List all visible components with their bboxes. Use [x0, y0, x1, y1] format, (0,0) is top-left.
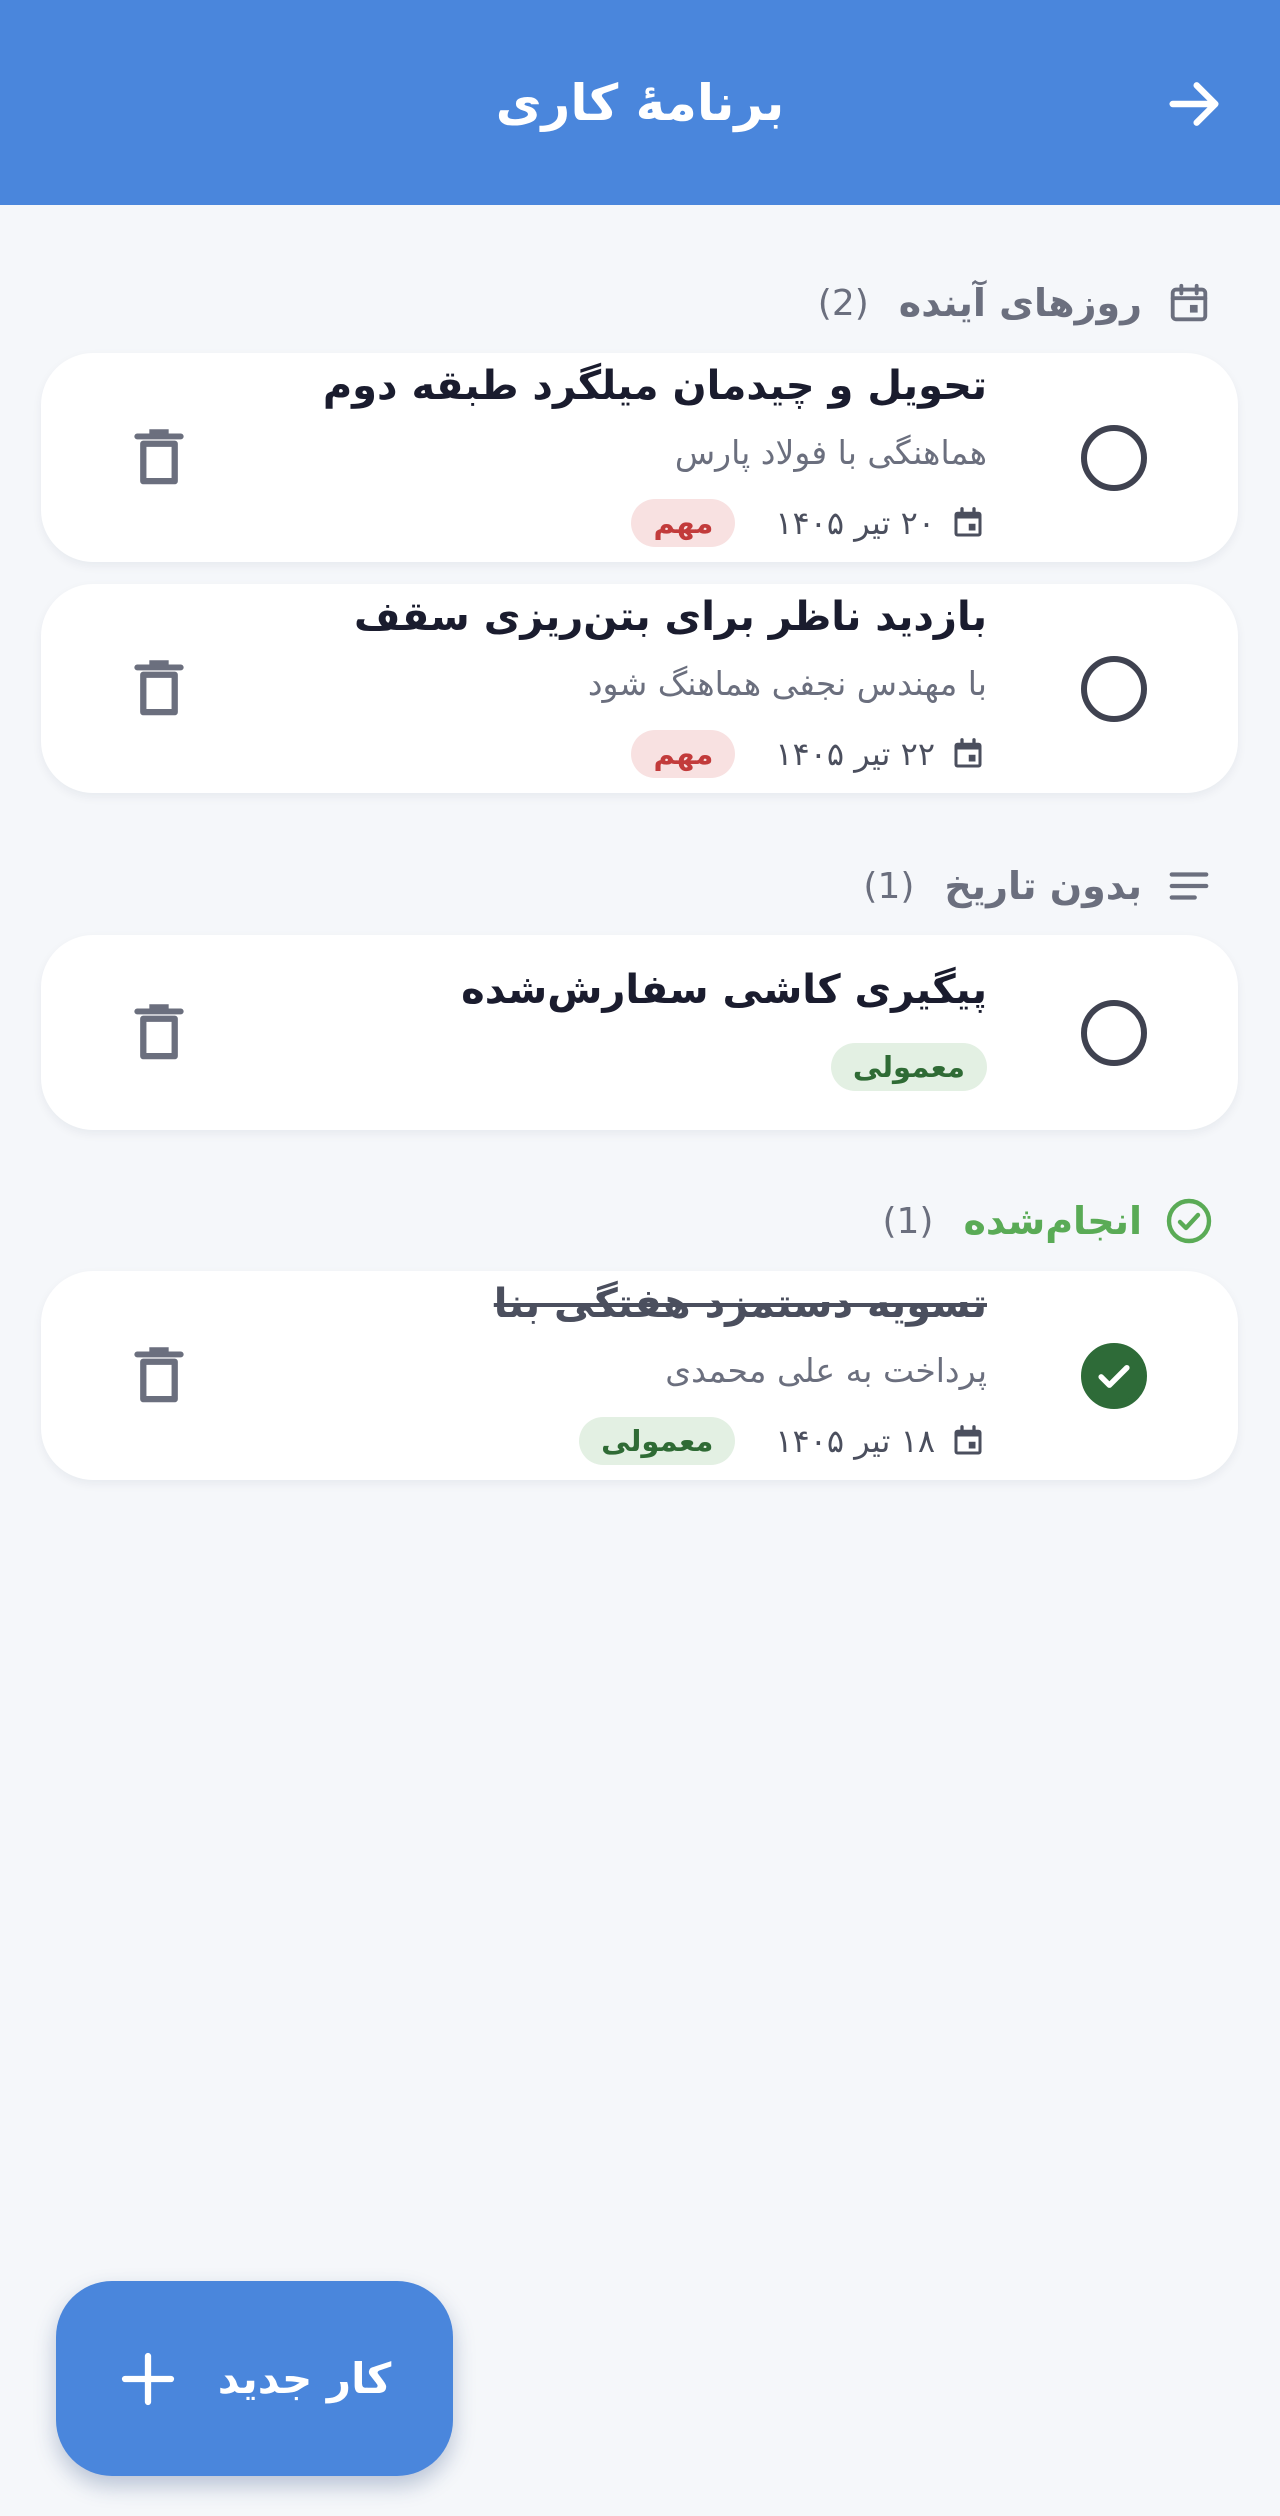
task-date-text: ۲۰ تیر ۱۴۰۵	[775, 504, 935, 542]
task-meta: ۲۰ تیر ۱۴۰۵ مهم	[631, 499, 987, 547]
delete-icon[interactable]	[123, 996, 195, 1068]
section-count: (2)	[817, 282, 869, 324]
calendar-icon	[949, 735, 987, 773]
task-note: با مهندس نجفی هماهنگ شود	[587, 664, 987, 703]
plus-icon	[118, 2349, 178, 2409]
delete-icon[interactable]	[123, 421, 195, 493]
section-header-upcoming: روزهای آینده (2)	[818, 273, 1214, 333]
arrow-forward-icon[interactable]	[1158, 68, 1230, 140]
new-task-label: کار جدید	[217, 2354, 392, 2403]
priority-badge: معمولی	[579, 1417, 736, 1465]
app-bar: برنامهٔ کاری	[0, 0, 1280, 205]
delete-icon[interactable]	[123, 652, 195, 724]
complete-checkbox[interactable]	[1081, 1000, 1147, 1066]
delete-icon[interactable]	[123, 1339, 195, 1411]
task-meta: معمولی	[830, 1043, 987, 1091]
task-date: ۲۲ تیر ۱۴۰۵	[775, 735, 987, 773]
task-card[interactable]: بازدید ناظر برای بتن‌ریزی سقف با مهندس ن…	[41, 584, 1238, 793]
task-meta: ۲۲ تیر ۱۴۰۵ مهم	[631, 730, 987, 778]
task-title: تحویل و چیدمان میلگرد طبقه دوم	[322, 363, 987, 409]
task-date-text: ۱۸ تیر ۱۴۰۵	[775, 1422, 935, 1460]
section-header-no-date: بدون تاریخ (1)	[863, 856, 1214, 916]
check-circle-icon	[1164, 1196, 1214, 1246]
page-title: برنامهٔ کاری	[495, 73, 785, 132]
section-count: (1)	[863, 865, 915, 907]
task-date: ۲۰ تیر ۱۴۰۵	[775, 504, 987, 542]
task-title: بازدید ناظر برای بتن‌ریزی سقف	[354, 594, 987, 640]
priority-badge: مهم	[631, 730, 736, 778]
task-title: تسویه دستمزد هفتگی بنا	[493, 1281, 987, 1327]
calendar-icon	[949, 504, 987, 542]
lines-icon	[1164, 861, 1214, 911]
calendar-icon	[1164, 278, 1214, 328]
task-meta: ۱۸ تیر ۱۴۰۵ معمولی	[579, 1417, 987, 1465]
task-card[interactable]: تسویه دستمزد هفتگی بنا پرداخت به علی محم…	[41, 1271, 1238, 1480]
section-label: روزهای آینده	[898, 281, 1142, 325]
section-count: (1)	[882, 1200, 934, 1242]
task-card[interactable]: پیگیری کاشی سفارش‌شده معمولی	[41, 935, 1238, 1130]
section-label: انجام‌شده	[963, 1199, 1142, 1243]
complete-checkbox[interactable]	[1081, 1343, 1147, 1409]
task-title: پیگیری کاشی سفارش‌شده	[461, 967, 987, 1013]
complete-checkbox[interactable]	[1081, 656, 1147, 722]
priority-badge: معمولی	[830, 1043, 987, 1091]
section-label: بدون تاریخ	[944, 864, 1142, 908]
task-date: ۱۸ تیر ۱۴۰۵	[775, 1422, 987, 1460]
task-card[interactable]: تحویل و چیدمان میلگرد طبقه دوم هماهنگی ب…	[41, 353, 1238, 562]
task-date-text: ۲۲ تیر ۱۴۰۵	[775, 735, 935, 773]
priority-badge: مهم	[631, 499, 736, 547]
section-header-done: انجام‌شده (1)	[882, 1191, 1214, 1251]
new-task-button[interactable]: کار جدید	[56, 2281, 453, 2476]
complete-checkbox[interactable]	[1081, 425, 1147, 491]
task-note: پرداخت به علی محمدی	[665, 1351, 987, 1390]
calendar-icon	[949, 1422, 987, 1460]
task-note: هماهنگی با فولاد پارس	[674, 433, 987, 472]
